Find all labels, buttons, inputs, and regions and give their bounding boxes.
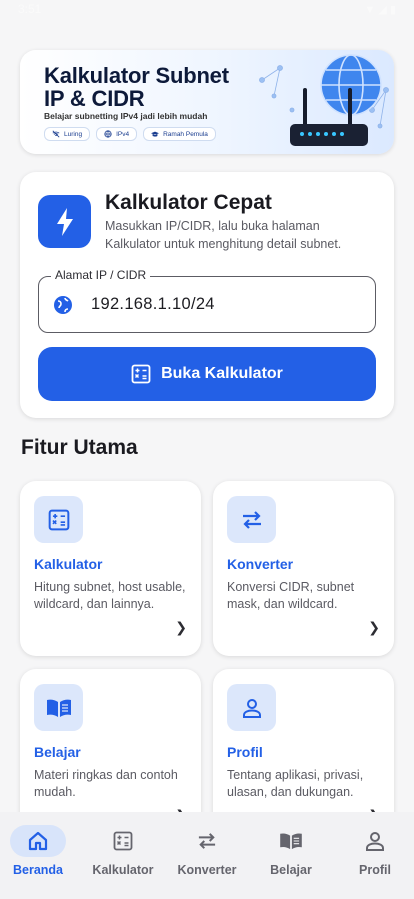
feature-description: Materi ringkas dan contoh mudah. — [34, 768, 178, 799]
section-title: Fitur Utama — [21, 436, 138, 459]
swap-icon — [179, 825, 235, 857]
banner-subtitle: Belajar subnetting IPv4 jadi lebih mudah — [44, 111, 208, 121]
quick-calculator-card: Kalkulator Cepat Masukkan IP/CIDR, lalu … — [20, 172, 394, 418]
nav-label: Profil — [359, 863, 391, 877]
nav-item-profile[interactable]: Profil — [335, 825, 414, 877]
nav-label: Konverter — [177, 863, 237, 877]
feature-title: Kalkulator — [34, 556, 103, 572]
feature-title: Belajar — [34, 744, 81, 760]
bottom-navigation: Beranda Kalkulator Konverter Belajar Pro… — [0, 812, 414, 899]
feature-description: Hitung subnet, host usable, wildcard, da… — [34, 580, 186, 611]
ip-cidr-input[interactable]: Alamat IP / CIDR 192.168.1.10/24 — [38, 268, 376, 333]
quick-description: Masukkan IP/CIDR, lalu buka halaman Kalk… — [105, 219, 342, 251]
wifi-off-icon — [52, 130, 60, 138]
calculator-icon — [34, 496, 83, 543]
chevron-right-icon: ❯ — [368, 619, 380, 635]
ip-cidr-label: Alamat IP / CIDR — [51, 268, 151, 282]
book-icon — [34, 684, 83, 731]
swap-icon — [227, 496, 276, 543]
nav-item-calculator[interactable]: Kalkulator — [83, 825, 163, 877]
home-icon — [10, 825, 66, 857]
feature-description: Konversi CIDR, subnet mask, dan wildcard… — [227, 580, 355, 611]
globe-icon — [104, 130, 112, 138]
person-icon — [227, 684, 276, 731]
chip-beginner: Ramah Pemula — [143, 127, 216, 141]
open-calculator-label: Buka Kalkulator — [161, 365, 283, 382]
book-icon — [263, 825, 319, 857]
graduation-cap-icon — [151, 131, 160, 137]
calculator-icon — [131, 364, 151, 384]
feature-card-converter[interactable]: Konverter Konversi CIDR, subnet mask, da… — [213, 481, 394, 656]
chevron-right-icon: ❯ — [175, 619, 187, 635]
feature-description: Tentang aplikasi, privasi, ulasan, dan d… — [227, 768, 364, 799]
chip-label: Ramah Pemula — [163, 130, 208, 138]
nav-label: Belajar — [270, 863, 312, 877]
nav-label: Beranda — [12, 863, 64, 877]
chip-label: IPv4 — [116, 130, 130, 138]
banner-title: Kalkulator Subnet IP & CIDR — [44, 63, 229, 111]
open-calculator-button[interactable]: Buka Kalkulator — [38, 347, 376, 401]
person-icon — [347, 825, 403, 857]
status-icons: ▼ ◢ ▮ — [364, 4, 396, 16]
ip-cidr-value: 192.168.1.10/24 — [91, 295, 215, 313]
feature-card-calculator[interactable]: Kalkulator Hitung subnet, host usable, w… — [20, 481, 201, 656]
nav-label: Kalkulator — [92, 863, 154, 877]
nav-item-learn[interactable]: Belajar — [251, 825, 331, 877]
feature-title: Profil — [227, 744, 263, 760]
calculator-icon — [95, 825, 151, 857]
feature-title: Konverter — [227, 556, 294, 572]
chip-ipv4: IPv4 — [96, 127, 138, 141]
chip-label: Luring — [64, 130, 83, 138]
hero-banner: Kalkulator Subnet IP & CIDR Belajar subn… — [20, 50, 394, 154]
quick-title: Kalkulator Cepat — [105, 191, 272, 214]
status-time: 3:51 — [18, 2, 42, 16]
lightning-icon — [38, 195, 91, 248]
globe-icon — [54, 296, 72, 314]
status-bar: 3:51 ▼ ◢ ▮ — [0, 0, 414, 20]
nav-item-converter[interactable]: Konverter — [167, 825, 247, 877]
chip-offline: Luring — [44, 127, 91, 141]
router-globe-illustration — [259, 54, 389, 146]
nav-item-home[interactable]: Beranda — [0, 825, 78, 877]
